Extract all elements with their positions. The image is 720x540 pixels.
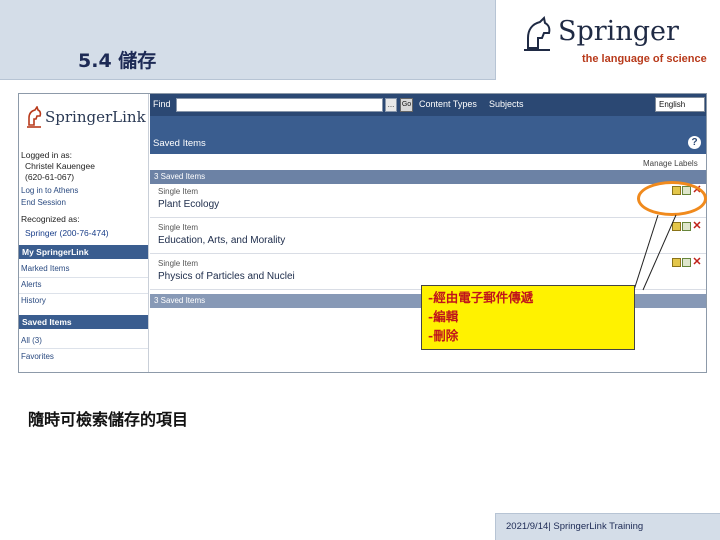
item-title-link[interactable]: Physics of Particles and Nuclei [158, 271, 295, 282]
nav-subjects[interactable]: Subjects [489, 99, 524, 109]
item-actions: ✕ [672, 221, 702, 232]
top-nav-bar: Find ... Go Content Types Subjects Engli… [150, 94, 706, 116]
header-divider [495, 0, 496, 80]
email-icon[interactable] [672, 258, 681, 267]
header-band [0, 0, 495, 80]
sidebar-divider [19, 293, 148, 294]
delete-icon[interactable]: ✕ [692, 257, 702, 268]
item-type: Single Item [158, 223, 199, 232]
language-select[interactable]: English [655, 97, 705, 112]
page-title: Saved Items [153, 138, 206, 149]
item-type: Single Item [158, 187, 199, 196]
sidebar-item-all[interactable]: All (3) [21, 336, 42, 345]
callout-line-email: -經由電子郵件傳遞 [428, 290, 534, 305]
slide-caption: 隨時可檢索儲存的項目 [28, 410, 189, 429]
saved-item-row: Single Item Education, Arts, and Moralit… [150, 220, 706, 254]
find-label: Find [153, 99, 171, 109]
sidebar: SpringerLink Logged in as: Christel Kaue… [19, 94, 149, 372]
search-options-button[interactable]: ... [385, 98, 397, 112]
item-type: Single Item [158, 259, 199, 268]
user-name: Christel Kauengee [25, 161, 95, 171]
slide-title: 5.4 儲存 [78, 50, 157, 72]
item-title-link[interactable]: Plant Ecology [158, 199, 219, 210]
logged-in-label: Logged in as: [21, 150, 73, 160]
help-icon[interactable]: ? [688, 136, 701, 149]
springer-logo: Springer the language of science [520, 14, 707, 69]
recognized-label: Recognized as: [21, 214, 80, 224]
page-title-band: Saved Items ? [150, 116, 706, 154]
springerlink-wordmark: SpringerLink [45, 108, 146, 126]
saved-items-count-bar: 3 Saved Items [150, 170, 706, 184]
my-springerlink-heading: My SpringerLink [19, 245, 148, 259]
end-session-link[interactable]: End Session [21, 198, 66, 207]
springerlink-horse-icon [27, 106, 42, 128]
springerlink-logo[interactable]: SpringerLink [25, 106, 146, 132]
sidebar-item-alerts[interactable]: Alerts [21, 280, 41, 289]
go-button[interactable]: Go [400, 98, 413, 112]
slide-header: 5.4 儲存 Springer the language of science [0, 0, 720, 80]
delete-icon[interactable]: ✕ [692, 221, 702, 232]
org-name: Springer (200-76-474) [25, 228, 109, 238]
sidebar-divider [19, 348, 148, 349]
email-icon[interactable] [672, 222, 681, 231]
item-actions: ✕ [672, 257, 702, 268]
item-title-link[interactable]: Education, Arts, and Morality [158, 235, 285, 246]
manage-labels-link[interactable]: Manage Labels [643, 159, 698, 168]
search-input[interactable] [176, 98, 383, 112]
sidebar-item-history[interactable]: History [21, 296, 46, 305]
springer-wordmark: Springer [558, 16, 679, 47]
sidebar-item-favorites[interactable]: Favorites [21, 352, 54, 361]
saved-items-heading: Saved Items [19, 315, 148, 329]
user-id: (620-61-067) [25, 172, 75, 182]
log-in-athens-link[interactable]: Log in to Athens [21, 186, 78, 195]
edit-icon[interactable] [682, 258, 691, 267]
callout-line-edit: -編輯 [428, 309, 459, 324]
callout-note: -經由電子郵件傳遞 -編輯 -刪除 [421, 285, 635, 350]
nav-content-types[interactable]: Content Types [419, 99, 477, 109]
slide-footer: 2021/9/14| SpringerLink Training [495, 513, 720, 540]
springer-tagline: the language of science [582, 53, 707, 65]
sidebar-item-marked-items[interactable]: Marked Items [21, 264, 69, 273]
saved-item-row: Single Item Plant Ecology ✕ [150, 184, 706, 218]
springer-horse-icon [524, 16, 551, 51]
sidebar-divider [19, 277, 148, 278]
edit-icon[interactable] [682, 222, 691, 231]
highlight-oval [637, 181, 707, 216]
footer-text: 2021/9/14| SpringerLink Training [506, 521, 644, 532]
callout-line-delete: -刪除 [428, 328, 459, 343]
